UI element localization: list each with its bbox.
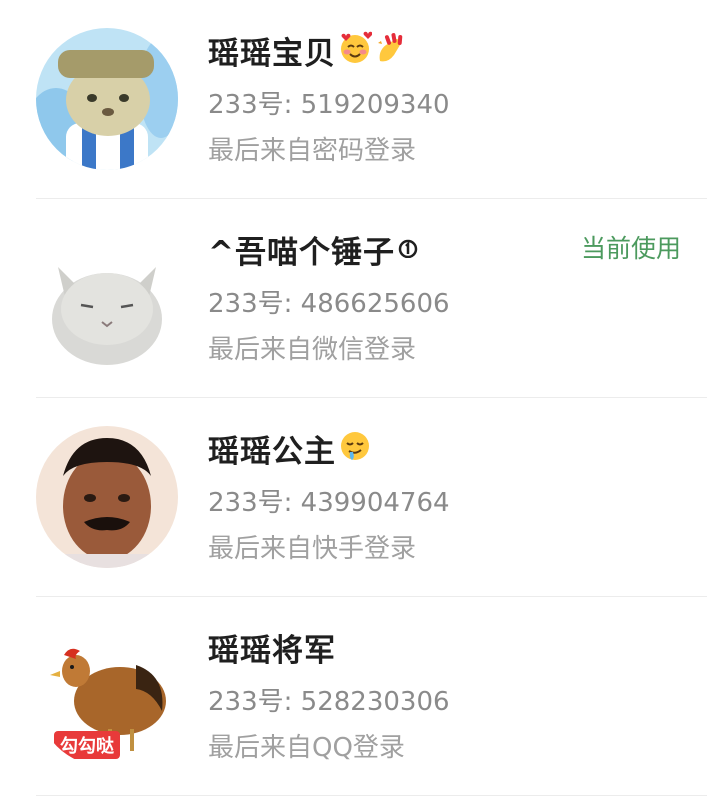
login-source: 最后来自微信登录	[208, 335, 417, 365]
account-item-4[interactable]: 勾勾哒 瑶瑶将军 233号: 528230306 最后来自QQ登录	[0, 597, 707, 796]
nickname-row: ^吾喵个锤子	[208, 227, 419, 271]
uid-text: 233号: 486625606	[208, 289, 450, 319]
avatar: 勾勾哒	[36, 625, 178, 767]
avatar-cartoon-cat-image	[36, 28, 178, 170]
nickname: 瑶瑶将军	[208, 632, 336, 669]
avatar	[36, 426, 178, 568]
avatar	[36, 227, 178, 369]
nickname: ^吾喵个锤子	[208, 234, 395, 271]
uid-text: 233号: 519209340	[208, 90, 450, 120]
nickname-row: 瑶瑶将军	[208, 625, 336, 669]
nickname: 瑶瑶公主	[208, 433, 336, 470]
divider	[36, 795, 707, 796]
uid-text: 233号: 528230306	[208, 687, 450, 717]
login-source: 最后来自密码登录	[208, 136, 417, 166]
smiling-face-with-hearts-icon	[338, 31, 373, 69]
nickname-row: 瑶瑶宝贝	[208, 28, 408, 72]
account-item-2[interactable]: ^吾喵个锤子 当前使用 233号: 486625606 最后来自微信登录	[0, 199, 707, 398]
nickname: 瑶瑶宝贝	[208, 35, 336, 72]
uid-text: 233号: 439904764	[208, 488, 450, 518]
current-account-badge: 当前使用	[580, 234, 681, 263]
account-item-3[interactable]: 瑶瑶公主 233号: 439904764 最后来自快手登录	[0, 398, 707, 597]
drooling-face-icon	[338, 429, 372, 467]
avatar-sticker-tag: 勾勾哒	[54, 731, 120, 759]
nickname-row: 瑶瑶公主	[208, 426, 372, 470]
account-item-1[interactable]: 瑶瑶宝贝 233号: 519209340 最后来自密码登录	[0, 0, 707, 199]
nail-polish-icon	[374, 31, 408, 69]
circled-one-icon	[397, 236, 419, 262]
login-source: 最后来自QQ登录	[208, 733, 405, 763]
avatar-man-portrait-image	[36, 426, 178, 568]
login-source: 最后来自快手登录	[208, 534, 417, 564]
avatar-white-cat-image	[36, 227, 178, 369]
account-list: 瑶瑶宝贝 233号: 519209340 最后来自密码登录 ^吾喵个锤子 当前使…	[0, 0, 707, 800]
avatar	[36, 28, 178, 170]
